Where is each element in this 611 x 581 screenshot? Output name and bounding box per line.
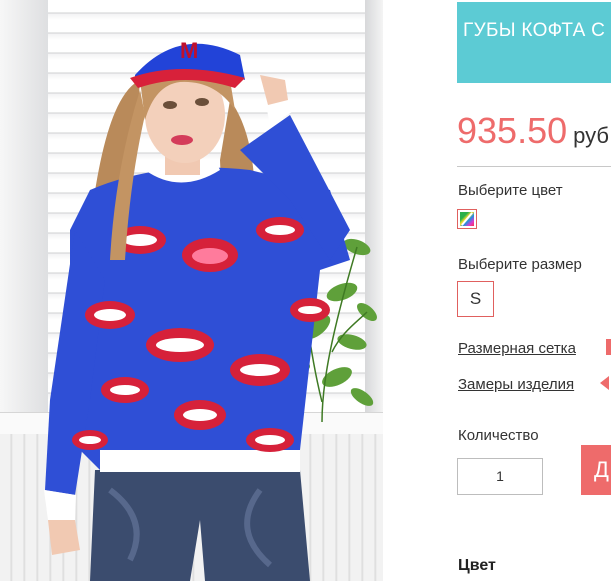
product-title: ГУБЫ КОФТА С: [463, 20, 606, 41]
red-square-icon: [606, 339, 611, 355]
size-label: Выберите размер: [458, 256, 582, 273]
divider: [457, 166, 611, 167]
multicolor-swatch-icon[interactable]: [457, 209, 477, 229]
model-figure: M: [44, 38, 350, 581]
size-option-s[interactable]: S: [457, 281, 494, 317]
price-value: 935.50: [457, 110, 568, 151]
color-label: Выберите цвет: [458, 182, 563, 199]
color-details-heading: Цвет: [458, 557, 496, 574]
quantity-input[interactable]: 1: [457, 458, 543, 495]
measurements-link[interactable]: Замеры изделия: [458, 376, 574, 393]
quantity-label: Количество: [458, 427, 539, 444]
add-to-cart-button[interactable]: Д: [581, 445, 611, 495]
product-photo[interactable]: M: [0, 0, 383, 581]
price-currency: руб: [573, 123, 609, 148]
red-arrow-icon: [600, 376, 609, 390]
svg-text:M: M: [180, 38, 198, 63]
product-price: 935.50 руб: [457, 110, 609, 152]
swatch-fill: [460, 212, 474, 226]
size-chart-link[interactable]: Размерная сетка: [458, 340, 576, 357]
product-title-banner: ГУБЫ КОФТА С: [457, 2, 611, 83]
